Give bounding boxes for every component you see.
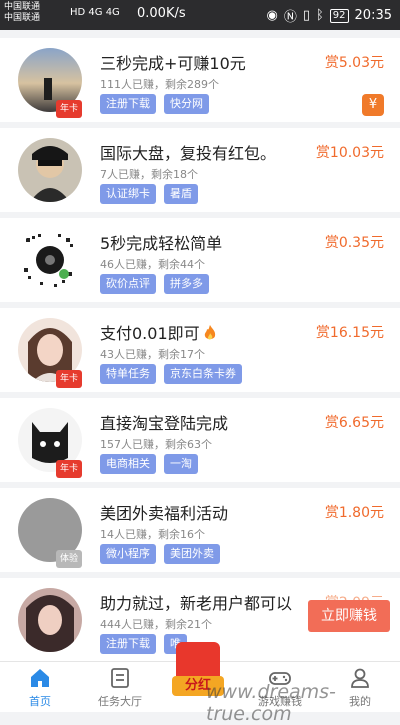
carrier-2: 中国联通: [4, 13, 41, 23]
vibrate-icon: ▯: [302, 8, 310, 23]
trial-badge: 体验: [56, 550, 82, 568]
task-tag: 拼多多: [164, 274, 209, 294]
task-tags: 砍价点评 拼多多: [100, 274, 209, 294]
task-tag: 认证绑卡: [100, 184, 156, 204]
task-tags: 特单任务 京东白条卡券: [100, 364, 242, 384]
task-tag: 注册下载: [100, 634, 156, 654]
task-stats: 7人已赚，剩余18个: [100, 168, 198, 181]
task-stats: 14人已赚，剩余16个: [100, 528, 205, 541]
nav-label: 任务大厅: [98, 695, 142, 708]
task-reward: 赏1.80元: [324, 505, 384, 521]
task-stats: 111人已赚，剩余289个: [100, 78, 219, 91]
task-title: 5秒完成轻松简单: [100, 234, 223, 253]
earn-now-button[interactable]: 立即赚钱: [308, 600, 390, 632]
home-icon: [31, 669, 49, 687]
annual-card-badge: 年卡: [56, 100, 82, 118]
status-bar: 中国联通 中国联通 HD 4G 4G 0.00K/s ◉ Ⓝ ▯ ᛒ 92 20…: [0, 0, 400, 30]
task-reward: 赏10.03元: [315, 145, 384, 161]
document-icon: [111, 668, 129, 688]
watermark: www.dreams-true.com: [206, 681, 336, 725]
task-tag: 注册下载: [100, 94, 156, 114]
task-tags: 电商相关 一淘: [100, 454, 198, 474]
task-title: 国际大盘，复投有红包。: [100, 144, 277, 163]
task-tag: 微小程序: [100, 544, 156, 564]
task-item[interactable]: 年卡 三秒完成+可赚10元 111人已赚，剩余289个 注册下载 快分网 赏5.…: [0, 38, 400, 122]
carrier-labels: 中国联通 中国联通: [4, 2, 40, 24]
annual-card-badge: 年卡: [56, 460, 82, 478]
task-title: 直接淘宝登陆完成: [100, 414, 229, 433]
task-tag: 砍价点评: [100, 274, 156, 294]
task-reward: 赏16.15元: [315, 325, 384, 341]
clock: 20:35: [354, 8, 392, 23]
task-title: 支付0.01即可: [100, 320, 217, 344]
task-stats: 157人已赚，剩余63个: [100, 438, 212, 451]
task-title: 美团外卖福利活动: [100, 504, 229, 523]
task-item[interactable]: 年卡 支付0.01即可 43人已赚，剩余17个 特单任务 京东白条卡券 赏16.…: [0, 308, 400, 392]
yuan-icon[interactable]: ¥: [362, 94, 384, 116]
battery-icon: 92: [329, 8, 349, 23]
status-right: ◉ Ⓝ ▯ ᛒ 92 20:35: [266, 6, 392, 25]
task-item[interactable]: 国际大盘，复投有红包。 7人已赚，剩余18个 认证绑卡 暑盾 赏10.03元: [0, 128, 400, 212]
carrier-1: 中国联通: [4, 2, 41, 12]
task-stats: 444人已赚，剩余21个: [100, 618, 212, 631]
nav-label: 首页: [29, 695, 51, 708]
task-reward: 赏6.65元: [324, 415, 384, 431]
task-item[interactable]: 5秒完成轻松简单 46人已赚，剩余44个 砍价点评 拼多多 赏0.35元: [0, 218, 400, 302]
task-avatar: [18, 228, 82, 292]
annual-card-badge: 年卡: [56, 370, 82, 388]
task-tag: 特单任务: [100, 364, 156, 384]
task-title: 三秒完成+可赚10元: [100, 54, 246, 73]
task-reward: 赏0.35元: [324, 235, 384, 251]
task-title-text: 支付0.01即可: [100, 324, 200, 343]
task-tags: 微小程序 美团外卖: [100, 544, 220, 564]
task-stats: 43人已赚，剩余17个: [100, 348, 205, 361]
bluetooth-icon: ᛒ: [315, 8, 324, 23]
nfc-icon: Ⓝ: [283, 10, 297, 25]
task-tags: 认证绑卡 暑盾: [100, 184, 198, 204]
task-stats: 46人已赚，剩余44个: [100, 258, 205, 271]
task-tag: 电商相关: [100, 454, 156, 474]
task-item[interactable]: 体验 美团外卖福利活动 14人已赚，剩余16个 微小程序 美团外卖 赏1.80元: [0, 488, 400, 572]
task-list[interactable]: 年卡 三秒完成+可赚10元 111人已赚，剩余289个 注册下载 快分网 赏5.…: [0, 30, 400, 661]
nav-task-hall[interactable]: 任务大厅: [80, 662, 160, 712]
fire-icon: [204, 325, 215, 340]
task-tag: 美团外卖: [164, 544, 220, 564]
task-tags: 注册下载 快分网: [100, 94, 209, 114]
task-reward: 赏5.03元: [324, 55, 384, 71]
network-speed: 0.00K/s: [137, 6, 186, 21]
task-avatar: [18, 138, 82, 202]
task-tag: 暑盾: [164, 184, 198, 204]
task-tag: 快分网: [164, 94, 209, 114]
network-indicator: HD 4G 4G: [70, 7, 120, 18]
task-item[interactable]: 年卡 直接淘宝登陆完成 157人已赚，剩余63个 电商相关 一淘 赏6.65元: [0, 398, 400, 482]
task-avatar: [18, 588, 82, 652]
nav-home[interactable]: 首页: [0, 662, 80, 712]
task-tag: 一淘: [164, 454, 198, 474]
task-tag: 京东白条卡券: [164, 364, 242, 384]
eye-icon: ◉: [266, 8, 278, 23]
task-title: 助力就过，新老用户都可以: [100, 594, 293, 613]
